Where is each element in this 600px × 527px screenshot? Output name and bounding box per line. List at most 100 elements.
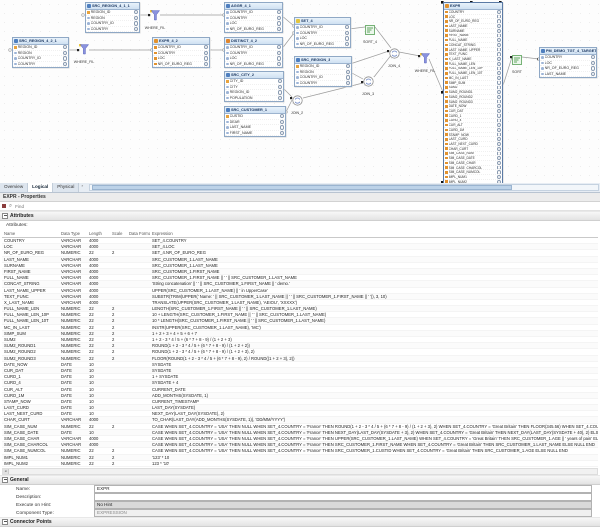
column-header[interactable]: Name xyxy=(2,230,59,237)
collapse-icon[interactable] xyxy=(2,477,8,483)
entity-distinct-4-2[interactable]: DISTINCT_4_2COUNTRY_IDCOUNTRYLOCNR_OF_EU… xyxy=(224,37,283,68)
collapse-icon[interactable] xyxy=(2,519,8,525)
connector-port-icon[interactable] xyxy=(346,70,350,74)
entity-src-region-3[interactable]: SRC_REGION_3REGION_IDREGIONCOUNTRY_IDCOU… xyxy=(294,56,352,87)
connector-port-icon[interactable] xyxy=(497,109,501,113)
connector-port-icon[interactable] xyxy=(204,56,208,60)
column-header[interactable]: Length xyxy=(87,230,110,237)
description-field[interactable] xyxy=(94,493,592,501)
operator-join_3[interactable]: JOIN_3 xyxy=(351,74,385,96)
operator-where_fil[interactable]: WHERE_FIL xyxy=(67,42,101,64)
entity-aggr-4-1[interactable]: AGGR_4_1COUNTRY_IDCOUNTRYLOCNR_OF_EURO_R… xyxy=(224,2,283,33)
connector-port-icon[interactable] xyxy=(591,66,595,70)
connector-port-icon[interactable] xyxy=(345,42,349,46)
connector-port-icon[interactable] xyxy=(497,152,501,156)
connector-port-icon[interactable] xyxy=(280,120,284,124)
connector-port-icon[interactable] xyxy=(204,45,208,49)
connector-port-icon[interactable] xyxy=(497,76,501,80)
name-field[interactable] xyxy=(94,485,592,493)
entity-field[interactable]: NR_OF_EURO_REG xyxy=(153,62,209,68)
connector-port-icon[interactable] xyxy=(345,36,349,40)
connector-port-icon[interactable] xyxy=(277,27,281,31)
entity-field[interactable]: COUNTRY xyxy=(13,62,68,68)
connector-port-icon[interactable] xyxy=(277,51,281,55)
column-header[interactable]: Data Type xyxy=(59,230,87,237)
mapping-diagram-canvas[interactable]: SRC_REGION_4_1_1REGION_IDREGIONCOUNTRY_I… xyxy=(0,0,600,184)
connector-port-icon[interactable] xyxy=(497,43,501,47)
connector-port-icon[interactable] xyxy=(497,24,501,28)
connector-port-icon[interactable] xyxy=(277,21,281,25)
connector-port-icon[interactable] xyxy=(497,133,501,137)
connector-port-icon[interactable] xyxy=(278,85,282,89)
column-header[interactable]: Scale xyxy=(110,230,127,237)
connector-port-icon[interactable] xyxy=(497,123,501,127)
connector-port-icon[interactable] xyxy=(204,51,208,55)
scroll-left-arrow-icon[interactable]: ◂ xyxy=(3,469,9,474)
connector-port-icon[interactable] xyxy=(591,72,595,76)
operator-sort[interactable]: SORT xyxy=(500,52,534,74)
connector-port-icon[interactable] xyxy=(497,34,501,38)
entity-field[interactable]: POPULATION xyxy=(225,96,283,102)
entity-field[interactable]: NR_OF_EURO_REG xyxy=(225,62,282,68)
entity-src-customer-1[interactable]: SRC_CUSTOMER_1CUSTIDDEARLAST_NAMEFIRST_N… xyxy=(224,106,286,137)
connector-port-icon[interactable] xyxy=(497,119,501,123)
connector-port-icon[interactable] xyxy=(497,104,501,108)
entity-expr-4-2[interactable]: EXPR_4_2COUNTRY_IDCOUNTRYLOCNR_OF_EURO_R… xyxy=(152,37,210,68)
connector-port-icon[interactable] xyxy=(346,75,350,79)
diagram-hscrollbar[interactable] xyxy=(89,184,599,191)
column-header[interactable]: Expression xyxy=(150,230,598,237)
entity-expr[interactable]: EXPRCOUNTRYLOCNR_OF_EURO_REGLAST_NAMESUR… xyxy=(443,2,503,184)
entity-src-region-4-1-1[interactable]: SRC_REGION_4_1_1REGION_IDREGIONCOUNTRY_I… xyxy=(85,2,140,33)
connector-port-icon[interactable] xyxy=(346,81,350,85)
connector-port-icon[interactable] xyxy=(277,16,281,20)
entity-field[interactable]: NR_OF_EURO_REG xyxy=(295,42,350,48)
operator-join_2[interactable]: JOIN_2 xyxy=(280,93,314,115)
connector-port-icon[interactable] xyxy=(497,147,501,151)
connector-port-icon[interactable] xyxy=(497,142,501,146)
connector-port-icon[interactable] xyxy=(497,15,501,19)
attributes-table-hscrollbar[interactable]: ◂ xyxy=(2,468,598,475)
connector-port-icon[interactable] xyxy=(497,161,501,165)
connector-port-icon[interactable] xyxy=(497,175,501,179)
connector-port-icon[interactable] xyxy=(497,86,501,90)
connector-port-icon[interactable] xyxy=(497,170,501,174)
connector-port-icon[interactable] xyxy=(497,114,501,118)
connector-port-icon[interactable] xyxy=(591,55,595,59)
hscrollbar-thumb[interactable] xyxy=(92,185,512,190)
section-header-attributes[interactable]: Attributes xyxy=(0,211,600,221)
connector-port-icon[interactable] xyxy=(280,125,284,129)
find-input[interactable] xyxy=(13,202,87,211)
connector-port-icon[interactable] xyxy=(204,62,208,66)
entity-field[interactable]: COUNTRY xyxy=(295,81,351,87)
connector-port-icon[interactable] xyxy=(277,62,281,66)
connector-port-icon[interactable] xyxy=(591,61,595,65)
connector-port-icon[interactable] xyxy=(277,10,281,14)
section-header-general[interactable]: General xyxy=(0,475,600,485)
collapse-icon[interactable] xyxy=(2,213,8,219)
connector-port-icon[interactable] xyxy=(497,19,501,23)
tab-physical[interactable]: Physical xyxy=(53,183,79,192)
connector-port-icon[interactable] xyxy=(497,90,501,94)
connector-port-icon[interactable] xyxy=(497,137,501,141)
entity-src-region-4-2-1[interactable]: SRC_REGION_4_2_1REGION_IDREGIONCOUNTRY_I… xyxy=(12,37,69,68)
execute-on-hint-field[interactable]: No Hint xyxy=(94,501,592,509)
connector-port-icon[interactable] xyxy=(280,131,284,135)
connector-port-icon[interactable] xyxy=(346,64,350,68)
tab-logical[interactable]: Logical xyxy=(28,183,53,192)
column-header[interactable]: Data Format xyxy=(127,230,150,237)
connector-port-icon[interactable] xyxy=(345,31,349,35)
section-header-connector-points[interactable]: Connector Points xyxy=(0,517,600,527)
entity-field[interactable]: LAST_NAME xyxy=(540,72,596,78)
entity-src-city-2[interactable]: SRC_CITY_2CITY_IDCITYREGION_IDPOPULATION xyxy=(224,71,284,102)
entity-set-4[interactable]: SET_4COUNTRY_IDCOUNTRYLOCNR_OF_EURO_REG xyxy=(294,17,351,48)
entity-field[interactable]: FIRST_NAME xyxy=(225,131,285,137)
connector-port-icon[interactable] xyxy=(278,79,282,83)
connector-port-icon[interactable] xyxy=(497,166,501,170)
connector-port-icon[interactable] xyxy=(497,38,501,42)
connector-port-icon[interactable] xyxy=(497,156,501,160)
operator-where_fil[interactable]: WHERE_FIL xyxy=(138,8,172,30)
connector-port-icon[interactable] xyxy=(277,56,281,60)
connector-port-icon[interactable] xyxy=(497,10,501,14)
entity-field[interactable]: COUNTRY xyxy=(86,27,139,33)
entity-pm-demo-tgt-4-target[interactable]: PM_DEMO_TGT_4_TARGETCOUNTRYLOCNR_OF_EURO… xyxy=(539,47,597,78)
